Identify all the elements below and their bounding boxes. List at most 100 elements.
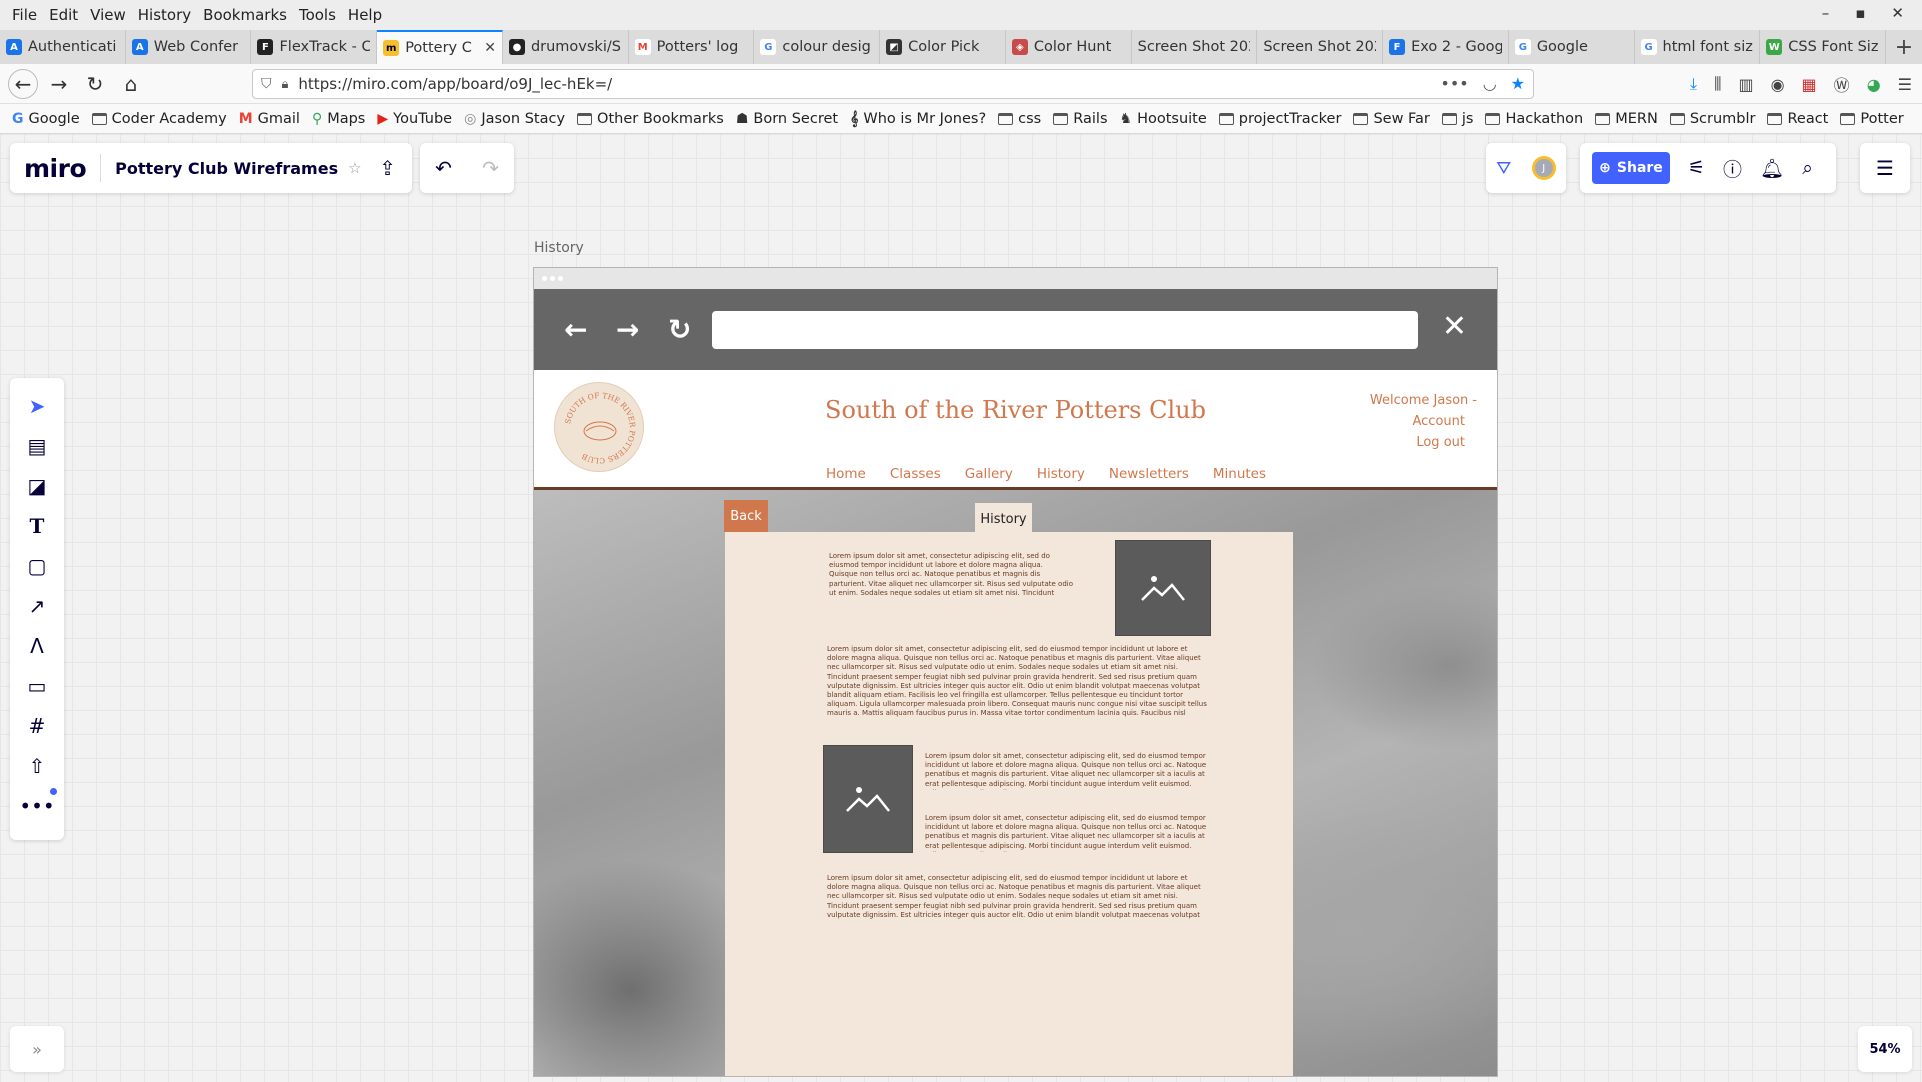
undo-icon[interactable]: ↶ — [435, 156, 452, 180]
menu-view[interactable]: View — [90, 6, 126, 24]
back-arrow-icon[interactable]: ← — [8, 68, 38, 99]
miro-logo[interactable]: miro — [24, 154, 87, 183]
tab-strip: A Authenticati A Web Confer F FlexTrack - C… — [0, 30, 1922, 64]
forward-arrow-icon[interactable]: → — [44, 69, 74, 99]
lock-icon[interactable]: 🔒︎ — [282, 77, 289, 92]
share-button[interactable]: ⊕ Share — [1592, 152, 1670, 184]
frame-tool-icon[interactable]: # — [23, 712, 51, 739]
tracking-shield-icon[interactable]: ⛉ — [261, 76, 272, 92]
bookmark-css[interactable]: css — [998, 111, 1041, 127]
library-icon[interactable]: ⫼ — [1714, 74, 1721, 94]
sticky-note-icon[interactable]: ◪ — [23, 472, 51, 499]
close-window-button[interactable]: ✕ — [1891, 4, 1904, 22]
search-icon[interactable]: ⌕ — [1802, 157, 1813, 179]
menu-history[interactable]: History — [138, 6, 191, 24]
url-bar[interactable]: ⛉ 🔒︎ https://miro.com/app/board/o9J_lec-… — [252, 69, 1534, 99]
wireframe-frame[interactable]: ← → ↻ ✕ SOUTH OF THE RIVER POTTERS CLUB … — [533, 267, 1498, 1077]
home-icon[interactable]: ⌂ — [116, 69, 146, 99]
extension-wappalyzer-icon[interactable]: Ⓦ — [1834, 72, 1850, 96]
notes-list-icon[interactable]: ☰ — [1876, 156, 1894, 180]
bookmark-mern[interactable]: MERN — [1595, 111, 1658, 127]
comment-icon[interactable]: ▭ — [23, 672, 51, 699]
shape-tool-icon[interactable]: ▢ — [23, 552, 51, 579]
downloads-icon[interactable]: ⤓ — [1690, 74, 1697, 94]
tab-google[interactable]: G Google — [1509, 30, 1635, 64]
sidebar-icon[interactable]: ▥ — [1738, 75, 1753, 94]
tab-pottery-club[interactable]: m Pottery C ✕ — [377, 30, 503, 64]
menu-edit[interactable]: Edit — [49, 6, 78, 24]
upload-icon[interactable]: ⇧ — [23, 752, 51, 779]
bookmark-maps[interactable]: ⚲ Maps — [312, 111, 365, 127]
minimize-button[interactable]: – — [1822, 4, 1830, 22]
tab-html-font-size[interactable]: Ghtml font siz — [1635, 30, 1761, 64]
templates-icon[interactable]: ▤ — [23, 432, 51, 459]
extension-red-icon[interactable]: ▦ — [1802, 75, 1817, 94]
tab-colour-design[interactable]: Gcolour desig — [754, 30, 881, 64]
account-icon[interactable]: ◉ — [1771, 75, 1785, 94]
paragraph-4: Lorem ipsum dolor sit amet, consectetur … — [925, 814, 1207, 852]
bookmark-potter[interactable]: Potter — [1840, 111, 1904, 127]
menu-bookmarks[interactable]: Bookmarks — [203, 6, 287, 24]
menu-help[interactable]: Help — [348, 6, 382, 24]
pen-tool-icon[interactable]: Λ — [23, 632, 51, 659]
more-tools-icon[interactable]: ••• — [19, 788, 57, 819]
bookmark-projecttracker[interactable]: projectTracker — [1218, 111, 1341, 127]
board-name[interactable]: Pottery Club Wireframes — [115, 159, 338, 178]
settings-sliders-icon[interactable]: ⚟ — [1688, 157, 1705, 179]
maximize-button[interactable]: ▪ — [1855, 4, 1865, 22]
menu-tools[interactable]: Tools — [299, 6, 336, 24]
tab-exo-2[interactable]: F Exo 2 - Goog — [1383, 30, 1509, 64]
bookmark-js[interactable]: js — [1441, 111, 1473, 127]
bookmark-youtube[interactable]: ▶ YouTube — [377, 111, 452, 127]
bookmark-scrumblr[interactable]: Scrumblr — [1669, 111, 1755, 127]
bookmark-other[interactable]: Other Bookmarks — [577, 111, 724, 127]
bookmark-mr-jones[interactable]: 𝄞 Who is Mr Jones? — [850, 111, 986, 127]
avatar[interactable]: J — [1531, 156, 1556, 180]
close-tab-icon[interactable]: ✕ — [480, 40, 496, 56]
redo-icon[interactable]: ↷ — [482, 156, 499, 180]
bookmark-react[interactable]: React — [1767, 111, 1828, 127]
new-tab-button[interactable]: + — [1886, 30, 1922, 64]
board-menu-panel: ☰ — [1860, 143, 1910, 193]
hamburger-menu-icon[interactable]: ☰ — [1898, 75, 1912, 94]
wf-url-field — [712, 311, 1418, 349]
tab-github-drumovski[interactable]: ● drumovski/S — [503, 30, 629, 64]
connection-line-icon[interactable]: ↗ — [23, 592, 51, 619]
tab-web-conference[interactable]: A Web Confer — [126, 30, 252, 64]
bookmark-hackathon[interactable]: Hackathon — [1485, 111, 1583, 127]
miro-board-canvas[interactable]: miro Pottery Club Wireframes ☆ ⇪ ↶ ↷ ⛛ J… — [0, 134, 1922, 1082]
bookmark-hootsuite[interactable]: ♞ Hootsuite — [1120, 111, 1207, 127]
select-cursor-icon[interactable]: ➤ — [23, 392, 51, 419]
tab-css-font-size[interactable]: W CSS Font Siz — [1760, 30, 1887, 64]
pocket-icon[interactable]: ◡ — [1483, 74, 1497, 93]
help-icon[interactable]: ⓘ — [1723, 155, 1742, 182]
notifications-bell-icon[interactable]: 🔔︎ — [1760, 157, 1784, 180]
extension-colorful-icon[interactable]: ◕ — [1867, 75, 1881, 94]
bookmark-coder-academy[interactable]: Coder Academy — [91, 111, 227, 127]
menu-file[interactable]: File — [12, 6, 37, 24]
tab-authentication[interactable]: A Authenticati — [0, 30, 126, 64]
expand-panel-button[interactable]: » — [10, 1026, 64, 1072]
export-upload-icon[interactable]: ⇪ — [379, 156, 396, 180]
tab-screenshot-1[interactable]: Screen Shot 202 — [1132, 30, 1258, 64]
bookmark-google[interactable]: G Google — [12, 111, 80, 127]
tab-flextrack[interactable]: F FlexTrack - C — [251, 30, 378, 64]
tab-screenshot-2[interactable]: Screen Shot 202 — [1257, 30, 1384, 64]
text-tool-icon[interactable]: T — [23, 512, 51, 539]
bookmark-rails[interactable]: Rails — [1053, 111, 1108, 127]
cursor-filter-icon[interactable]: ⛛ — [1496, 158, 1511, 179]
favorite-star-icon[interactable]: ☆ — [348, 159, 361, 177]
frame-label[interactable]: History — [534, 240, 584, 256]
zoom-level[interactable]: 54% — [1858, 1026, 1912, 1072]
bookmark-sew-far[interactable]: Sew Far — [1353, 111, 1430, 127]
tab-potters-logo[interactable]: M Potters' log — [629, 30, 755, 64]
tab-color-hunt[interactable]: ◈ Color Hunt — [1006, 30, 1132, 64]
bookmark-born-secret[interactable]: ☗ Born Secret — [736, 111, 838, 127]
url-text[interactable]: https://miro.com/app/board/o9J_lec-hEk=/ — [298, 75, 612, 93]
bookmark-jason-stacy[interactable]: ◎ Jason Stacy — [464, 111, 565, 127]
page-actions-icon[interactable]: ••• — [1440, 74, 1468, 93]
reload-icon[interactable]: ↻ — [80, 69, 110, 99]
bookmark-gmail[interactable]: M Gmail — [239, 111, 300, 127]
tab-color-picker[interactable]: ◩ Color Pick — [880, 30, 1006, 64]
bookmark-star-icon[interactable]: ★ — [1511, 74, 1525, 93]
